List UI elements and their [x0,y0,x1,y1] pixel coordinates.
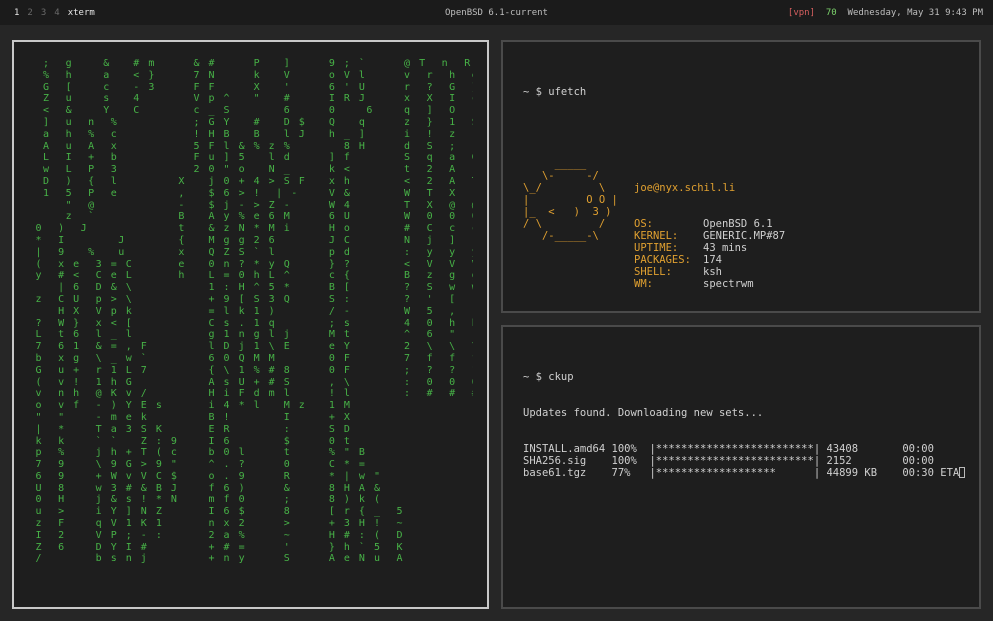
prompt-line: ~ $ ckup [523,371,574,383]
download-row: base61.tgz 77% |******************* | 44… [523,467,969,479]
progress-bar: |*************************| [649,455,827,467]
info-row: SHELL: ksh [634,266,785,278]
info-label: UPTIME: [634,242,679,254]
progress-bar: |******************* | [649,467,827,479]
file-size: 43408 [826,443,903,455]
ckup-output: ~ $ ckup Updates found. Downloading new … [523,347,969,597]
info-value: spectrwm [703,278,754,290]
percent: 77% [611,467,650,479]
ckup-terminal[interactable]: ~ $ ckup Updates found. Downloading new … [501,325,981,609]
status-message: Updates found. Downloading new sets... [523,407,764,419]
progress-bar: |*************************| [649,443,827,455]
ufetch-output: ~ $ ufetch _____ \- -/ \_/ \ | O O | |_ … [523,62,969,301]
info-label: WM: [634,278,653,290]
eta: 00:30 ETA [902,467,960,479]
download-list: INSTALL.amd64 100% |********************… [523,443,969,479]
info-row: UPTIME: 43 mins [634,242,785,254]
status-bar: 1 2 3 4 xterm OpenBSD 6.1-current [vpn] 70 W… [0,0,993,25]
info-row: WM: spectrwm [634,278,785,290]
percent: 100% [611,443,650,455]
vpn-indicator: [vpn] [787,8,815,18]
prompt-line: ~ $ ufetch [523,86,587,98]
percent: 100% [611,455,650,467]
openbsd-logo: _____ \- -/ \_/ \ | O O | |_ < ) 3 ) / \… [523,158,618,242]
download-row: SHA256.sig 100% |***********************… [523,455,969,467]
eta: 00:00 [902,443,934,455]
info-value: 43 mins [703,242,748,254]
user-host: joe@nyx.schil.li [634,182,736,194]
eta: 00:00 [902,455,934,467]
system-info: OS: OpenBSD 6.1 KERNEL: GENERIC.MP#87 UPTIME… [634,218,785,290]
file-name: base61.tgz [523,467,612,479]
info-label: OS: [634,218,653,230]
info-label: SHELL: [634,266,672,278]
status-number: 70 [825,8,837,18]
cursor [959,467,966,478]
download-row: INSTALL.amd64 100% |********************… [523,443,969,455]
info-value: GENERIC.MP#87 [703,230,786,242]
file-name: INSTALL.amd64 [523,443,612,455]
file-name: SHA256.sig [523,455,612,467]
info-label: KERNEL: [634,230,679,242]
info-value: ksh [703,266,722,278]
info-row: KERNEL: GENERIC.MP#87 [634,230,785,242]
datetime: Wednesday, May 31 9:43 PM [847,8,983,18]
status-right: [vpn] 70 Wednesday, May 31 9:43 PM [788,8,983,18]
file-size: 44899 KB [826,467,903,479]
ufetch-terminal[interactable]: ~ $ ufetch _____ \- -/ \_/ \ | O O | |_ … [501,40,981,313]
matrix-rain: ; g & # m & # P ] 9 ; ` @ T n R % h a < … [35,58,473,565]
info-row: OS: OpenBSD 6.1 [634,218,785,230]
info-value: OpenBSD 6.1 [703,218,773,230]
info-value: 174 [703,254,722,266]
file-size: 2152 [826,455,903,467]
info-row: PACKAGES: 174 [634,254,785,266]
matrix-terminal[interactable]: ; g & # m & # P ] 9 ; ` @ T n R % h a < … [12,40,489,609]
info-label: PACKAGES: [634,254,691,266]
